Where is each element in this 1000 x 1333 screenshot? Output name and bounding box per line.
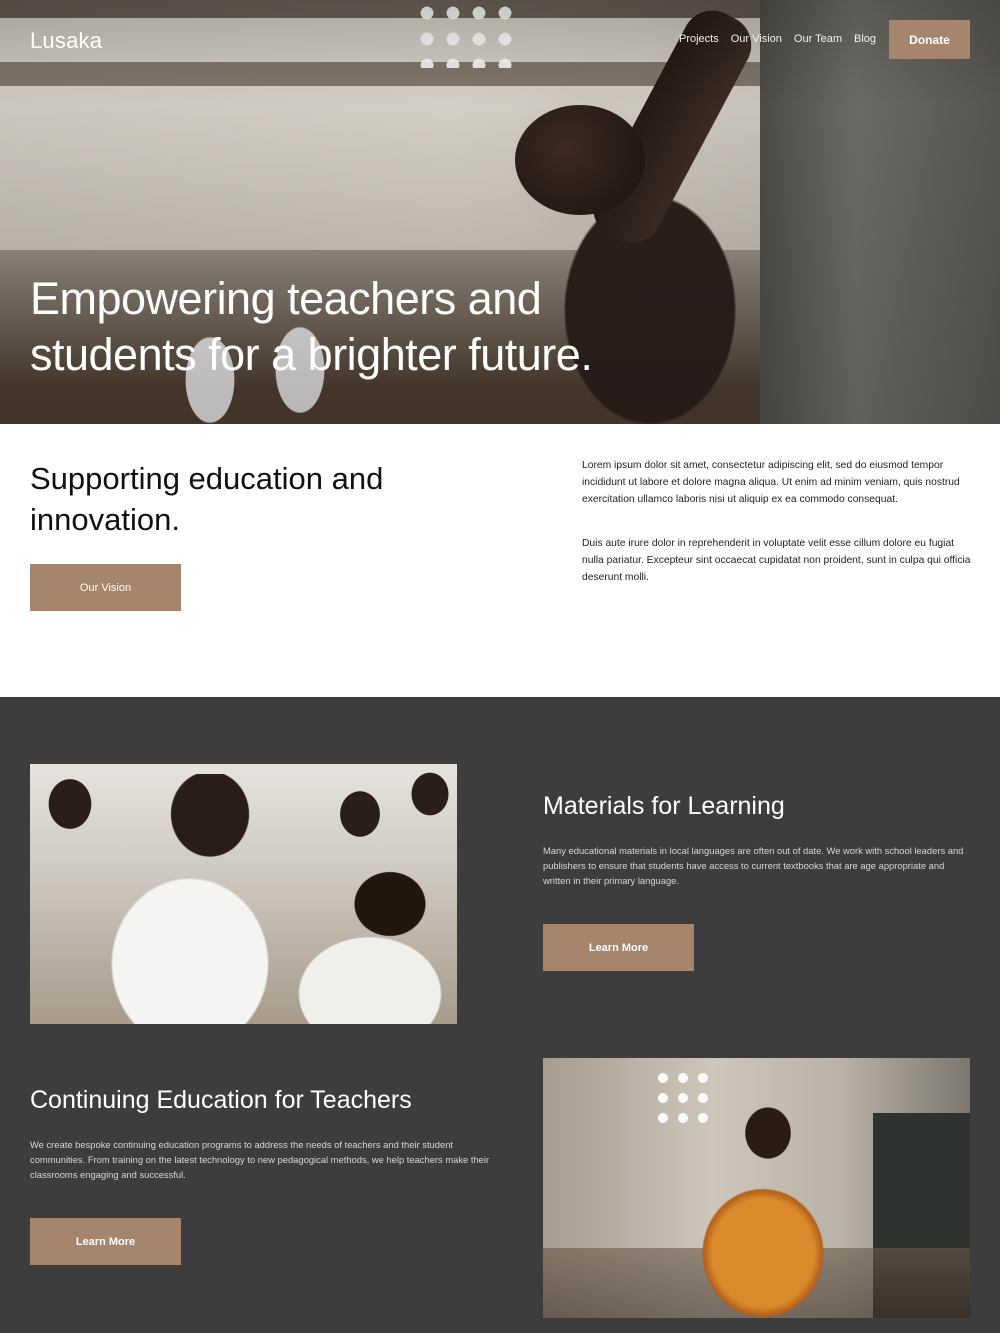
- continuing-education-text: We create bespoke continuing education p…: [30, 1139, 490, 1181]
- main-nav: Projects Our Vision Our Team Blog: [679, 33, 876, 45]
- donate-button[interactable]: Donate: [889, 20, 970, 59]
- our-vision-button[interactable]: Our Vision: [30, 564, 181, 611]
- intro-paragraph-2: Duis aute irure dolor in reprehenderit i…: [582, 538, 971, 583]
- site-logo[interactable]: Lusaka: [30, 28, 102, 54]
- continuing-education-title: Continuing Education for Teachers: [30, 1086, 412, 1114]
- photo-girl-reading: [673, 1093, 843, 1318]
- students-writing-photo: [30, 764, 457, 1024]
- continuing-education-learn-more-button[interactable]: Learn More: [30, 1218, 181, 1265]
- student-reading-photo: [543, 1058, 970, 1318]
- hero-title-line2: students for a brighter future.: [30, 329, 593, 380]
- materials-learn-more-button[interactable]: Learn More: [543, 924, 694, 971]
- hero-title-line1: Empowering teachers and: [30, 273, 542, 324]
- nav-blog[interactable]: Blog: [854, 33, 876, 45]
- intro-paragraph-1: Lorem ipsum dolor sit amet, consectetur …: [582, 460, 960, 505]
- intro-title: Supporting education and innovation.: [30, 461, 384, 537]
- hero-title: Empowering teachers and students for a b…: [30, 271, 650, 383]
- photo-student-writing: [90, 774, 290, 1024]
- materials-title: Materials for Learning: [543, 792, 785, 820]
- nav-projects[interactable]: Projects: [679, 33, 719, 45]
- materials-text: Many educational materials in local lang…: [543, 845, 964, 887]
- photo-student-resting: [270, 864, 457, 1024]
- nav-our-vision[interactable]: Our Vision: [731, 33, 782, 45]
- nav-our-team[interactable]: Our Team: [794, 33, 842, 45]
